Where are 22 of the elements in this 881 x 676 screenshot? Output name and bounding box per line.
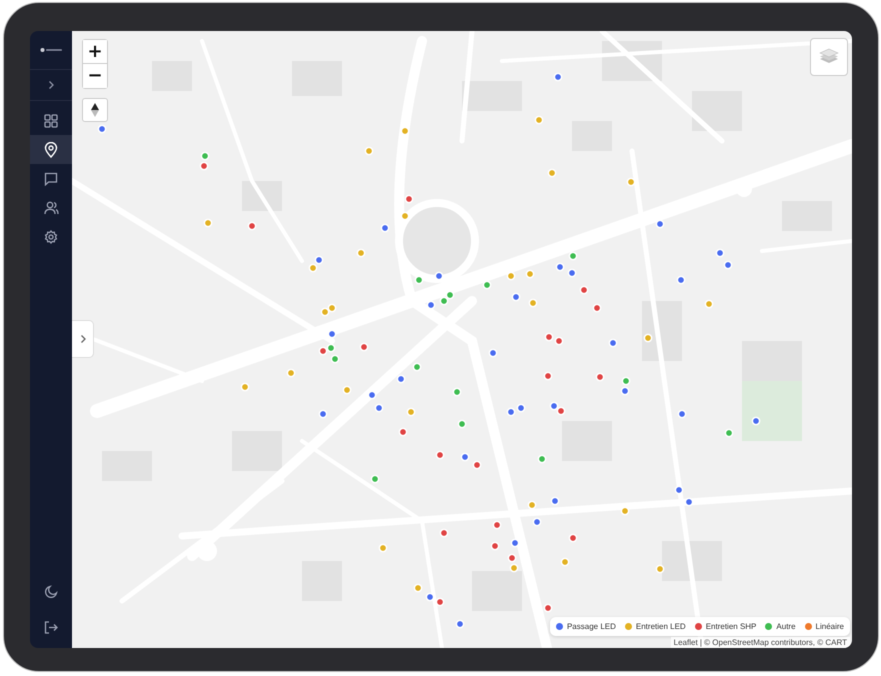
compass-button[interactable] [82,98,108,122]
layers-icon [819,48,839,66]
moon-icon [44,585,58,598]
chevron-right-icon [46,80,56,90]
zoom-in-button[interactable]: + [83,40,107,64]
logout-icon [44,621,58,634]
legend-label: Passage LED [566,622,616,631]
logo-icon [40,47,62,53]
grid-icon [44,114,58,128]
map-pin-icon [44,142,58,158]
legend-label: Linéaire [816,622,844,631]
compass-icon [91,103,99,117]
legend-label: Entretien SHP [706,622,756,631]
users-icon [44,200,58,214]
message-icon [44,172,58,186]
map-attribution: Leaflet | © OpenStreetMap contributors, © CART [670,637,850,648]
settings-icon [44,230,58,244]
chevron-right-icon [78,334,86,344]
legend-label: Entretien LED [636,622,686,631]
panel-toggle-button[interactable] [72,320,94,358]
legend-label: Autre [776,622,796,631]
map-nav-item[interactable] [30,135,72,164]
